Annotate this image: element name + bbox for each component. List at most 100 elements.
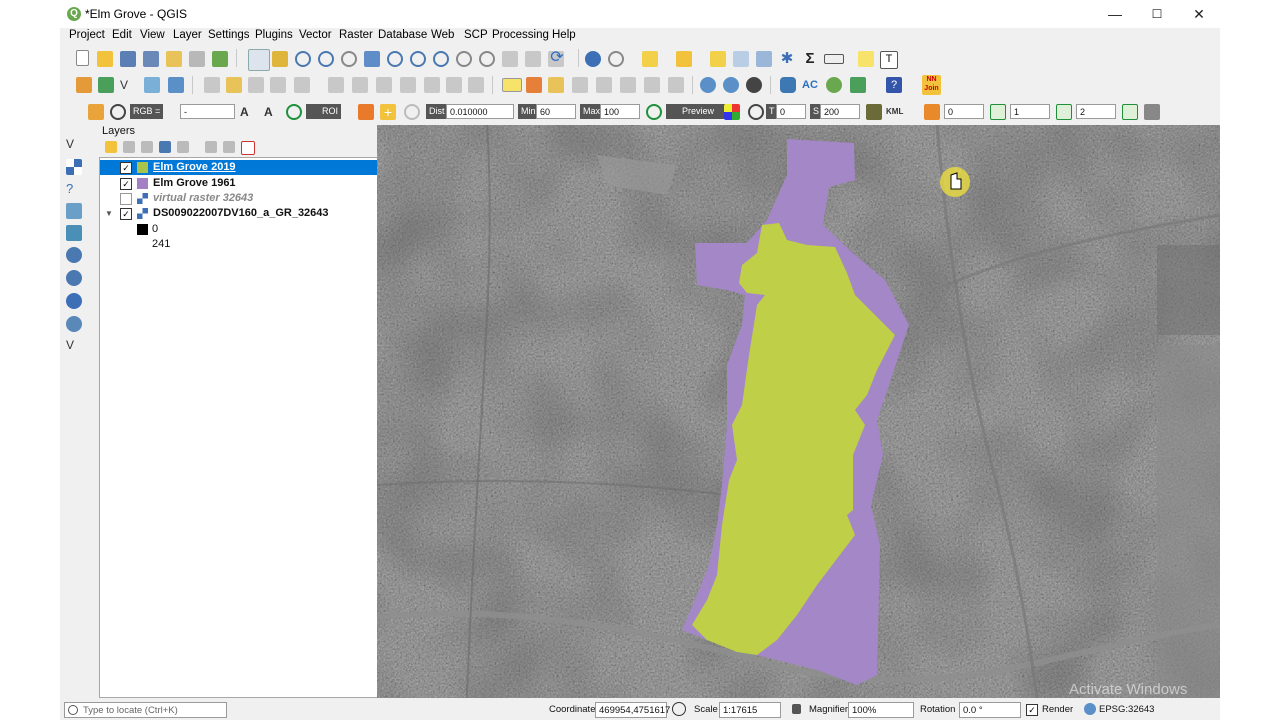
crs-globe-icon[interactable] [1084, 703, 1096, 715]
add-feature-icon[interactable] [270, 77, 286, 93]
menu-plugins[interactable]: Plugins [255, 29, 293, 41]
nn-join-icon[interactable]: NN Join [922, 75, 941, 95]
cut-icon[interactable] [376, 77, 392, 93]
new-project-icon[interactable] [76, 50, 89, 66]
zoom-input-image-icon[interactable] [110, 104, 126, 120]
scp-settings-icon[interactable] [1144, 104, 1160, 120]
pan-hand-icon[interactable] [248, 49, 270, 71]
add-spatialite-icon[interactable]: ? [66, 181, 82, 197]
locate-input[interactable]: Type to locate (Ctrl+K) [64, 702, 227, 718]
add-vector-layer-icon[interactable]: V [66, 137, 82, 153]
add-roi-icon[interactable]: + [380, 104, 396, 120]
zoom-in-icon[interactable] [295, 51, 311, 67]
python-icon[interactable] [780, 77, 796, 93]
copy-icon[interactable] [400, 77, 416, 93]
zoom-last-icon[interactable] [456, 51, 472, 67]
change-label-icon[interactable] [668, 77, 684, 93]
actions-icon[interactable] [608, 51, 624, 67]
gear-icon[interactable]: ✱ [779, 51, 795, 67]
save-as-icon[interactable] [143, 51, 159, 67]
add-virtual-layer-icon[interactable] [66, 225, 82, 241]
band-set-input-2[interactable]: 1 [1010, 104, 1050, 119]
qucs-icon[interactable] [850, 77, 866, 93]
move-label-icon[interactable] [620, 77, 636, 93]
manage-themes-icon[interactable] [141, 141, 153, 153]
highlight-label-icon[interactable] [548, 77, 564, 93]
min-input[interactable]: 60 [536, 104, 576, 119]
redo-roi-icon[interactable] [404, 104, 420, 120]
print-layout-icon[interactable] [166, 51, 182, 67]
new-shapefile-icon[interactable]: V [120, 77, 136, 93]
add-wms-layer-icon[interactable] [66, 247, 82, 263]
redo-preview-icon[interactable] [748, 104, 764, 120]
label-icon[interactable] [502, 78, 522, 92]
magnifier-input[interactable]: 100% [848, 702, 914, 718]
digitize-icon[interactable] [144, 77, 160, 93]
sum-icon[interactable]: Σ [802, 51, 818, 67]
t-input[interactable]: 0 [776, 104, 806, 119]
filter-by-expression-icon[interactable] [177, 141, 189, 153]
statistics-icon[interactable] [756, 51, 772, 67]
open-layer-styling-icon[interactable] [105, 141, 117, 153]
crs-label[interactable]: EPSG:32643 [1099, 702, 1154, 718]
menu-settings[interactable]: Settings [208, 29, 250, 41]
add-delimited-text-icon[interactable]: V [66, 338, 82, 354]
save-edits-icon[interactable] [248, 77, 264, 93]
zoom-layer-icon[interactable] [410, 51, 426, 67]
minimize-button[interactable]: — [1096, 3, 1134, 25]
add-group-icon[interactable] [123, 141, 135, 153]
map-tips-icon[interactable] [858, 51, 874, 67]
add-raster-layer-icon[interactable] [66, 159, 82, 175]
kml-export-icon[interactable]: KML [886, 104, 903, 119]
roi-label[interactable]: ROI [306, 104, 342, 119]
menu-processing[interactable]: Processing [492, 29, 549, 41]
ac-label[interactable]: AC [802, 78, 818, 93]
lock-icon[interactable] [792, 704, 801, 714]
menu-edit[interactable]: Edit [112, 29, 132, 41]
refresh-icon[interactable]: ⟳ [549, 50, 565, 66]
deselect-icon[interactable] [676, 51, 692, 67]
style-manager-icon[interactable] [212, 51, 228, 67]
add-postgis-icon[interactable] [66, 203, 82, 219]
select-by-value-icon[interactable] [710, 51, 726, 67]
roi-pointer-icon[interactable] [358, 104, 374, 120]
add-wcs-layer-icon[interactable] [66, 270, 82, 286]
new-map-view-icon[interactable] [502, 51, 518, 67]
toggle-editing-pencil-icon[interactable] [226, 77, 242, 93]
std-dev-stretch-icon[interactable]: A [264, 104, 280, 120]
select-features-icon[interactable] [642, 51, 658, 67]
rgb-select[interactable]: - [180, 104, 235, 119]
undo-icon[interactable] [446, 77, 462, 93]
zoom-selection-icon[interactable] [387, 51, 403, 67]
zoom-rubberband-icon[interactable] [341, 51, 357, 67]
zoom-native-icon[interactable] [433, 51, 449, 67]
menu-view[interactable]: View [140, 29, 165, 41]
menu-database[interactable]: Database [378, 29, 427, 41]
zoom-out-icon[interactable] [318, 51, 334, 67]
band-set-input-1[interactable]: 0 [944, 104, 984, 119]
add-layer-icon[interactable] [98, 77, 114, 93]
paste-icon[interactable] [424, 77, 440, 93]
delete-selected-icon[interactable] [352, 77, 368, 93]
next-band-2-icon[interactable] [1056, 104, 1072, 120]
layout-manager-icon[interactable] [189, 51, 205, 67]
zoom-full-icon[interactable] [364, 51, 380, 67]
menu-web[interactable]: Web [431, 29, 454, 41]
rotate-label-icon[interactable] [644, 77, 660, 93]
zoom-temp-roi-icon[interactable] [286, 104, 302, 120]
local-cumulative-stretch-icon[interactable]: A [240, 104, 256, 120]
scp-dock-icon[interactable] [88, 104, 104, 120]
diagram-icon[interactable] [526, 77, 542, 93]
menu-help[interactable]: Help [552, 29, 576, 41]
layer-checkbox[interactable]: ✓ [120, 208, 132, 220]
collapse-all-icon[interactable] [223, 141, 235, 153]
menu-project[interactable]: Project [69, 29, 105, 41]
qgis2web-icon[interactable] [826, 77, 842, 93]
filter-legend-icon[interactable] [159, 141, 171, 153]
max-input[interactable]: 100 [600, 104, 640, 119]
menu-raster[interactable]: Raster [339, 29, 373, 41]
osm-icon[interactable] [746, 77, 762, 93]
expand-arrow-icon[interactable]: ▼ [105, 206, 113, 221]
menu-layer[interactable]: Layer [173, 29, 202, 41]
band-set-input-3[interactable]: 2 [1076, 104, 1116, 119]
